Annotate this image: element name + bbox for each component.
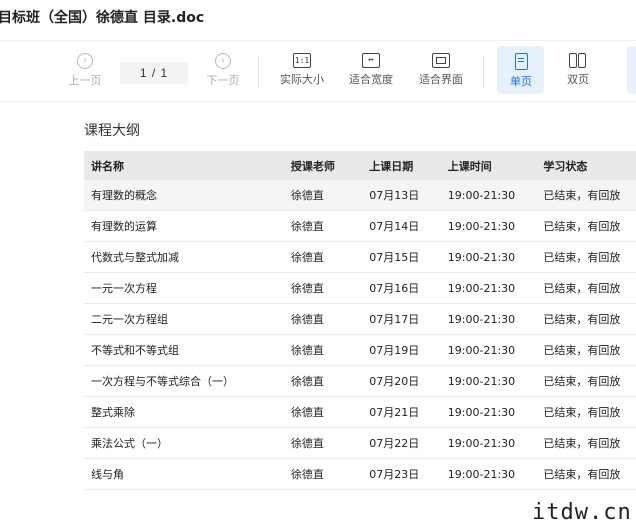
- fit-width-button[interactable]: ↔ 适合宽度: [346, 53, 396, 87]
- table-cell: 已结束，有回放: [536, 334, 636, 366]
- table-row: 有理数的概念 徐德直 07月13日 19:00-21:30 已结束，有回放: [84, 180, 636, 211]
- table-row: 不等式和不等式组 徐德直 07月19日 19:00-21:30 已结束，有回放: [84, 334, 636, 366]
- table-cell: 07月21日: [362, 396, 441, 428]
- table-row: 代数式与整式加减 徐德直 07月15日 19:00-21:30 已结束，有回放: [84, 241, 636, 273]
- prev-page-label: 上一页: [68, 74, 102, 87]
- table-cell: 有理数的运算: [84, 210, 284, 242]
- section-title: 课程大纲: [84, 123, 140, 139]
- actual-size-icon: 1:1: [293, 53, 311, 68]
- table-cell: 07月22日: [362, 427, 441, 459]
- table-cell: 徐德直: [283, 334, 363, 366]
- table-cell: 19:00-21:30: [440, 180, 537, 211]
- single-page-label: 单页: [510, 75, 532, 88]
- table-cell: 19:00-21:30: [440, 458, 537, 490]
- double-page-button[interactable]: 双页: [558, 53, 598, 87]
- table-cell: 07月19日: [362, 334, 441, 366]
- table-cell: 徐德直: [283, 396, 363, 428]
- table-cell: 已结束，有回放: [536, 272, 636, 304]
- page-indicator[interactable]: 1 / 1: [120, 62, 188, 84]
- column-header: 讲名称: [84, 151, 284, 180]
- table-cell: 徐德直: [283, 210, 363, 242]
- table-row: 乘法公式（一） 徐德直 07月22日 19:00-21:30 已结束，有回放: [84, 427, 636, 459]
- actual-size-button[interactable]: 1:1 实际大小: [277, 53, 327, 87]
- table-cell: 19:00-21:30: [440, 241, 537, 273]
- table-cell: 不等式和不等式组: [84, 334, 284, 366]
- toolbar-bottom-border: [0, 101, 636, 102]
- table-cell: 07月15日: [362, 241, 441, 273]
- table-cell: 19:00-21:30: [440, 272, 537, 304]
- table-cell: 徐德直: [283, 272, 363, 304]
- next-page-label: 下一页: [206, 74, 240, 87]
- table-row: 一次方程与不等式综合（一） 徐德直 07月20日 19:00-21:30 已结束，有回放: [84, 365, 636, 397]
- table-cell: 徐德直: [283, 180, 363, 211]
- double-page-icon: [569, 53, 587, 68]
- table-cell: 已结束，有回放: [536, 303, 636, 335]
- fit-page-icon: [432, 53, 450, 68]
- table-cell: 已结束，有回放: [536, 210, 636, 242]
- table-cell: 有理数的概念: [84, 180, 284, 211]
- fit-page-button[interactable]: 适合界面: [416, 53, 466, 87]
- table-cell: 19:00-21:30: [440, 303, 537, 335]
- table-cell: 19:00-21:30: [440, 334, 537, 366]
- table-cell: 已结束，有回放: [536, 365, 636, 397]
- table-cell: 徐德直: [283, 241, 363, 273]
- table-cell: 07月20日: [362, 365, 441, 397]
- table-row: 线与角 徐德直 07月23日 19:00-21:30 已结束，有回放: [84, 458, 636, 490]
- table-row: 二元一次方程组 徐德直 07月17日 19:00-21:30 已结束，有回放: [84, 303, 636, 335]
- table-cell: 07月16日: [362, 272, 441, 304]
- table-cell: 19:00-21:30: [440, 365, 537, 397]
- fit-width-label: 适合宽度: [349, 73, 393, 86]
- table-cell: 19:00-21:30: [440, 210, 537, 242]
- fit-page-label: 适合界面: [419, 73, 463, 86]
- toolbar-divider: [483, 56, 484, 88]
- actual-size-label: 实际大小: [280, 73, 324, 86]
- prev-page-button[interactable]: ‹ 上一页: [66, 53, 104, 88]
- document-title: 目标班（全国）徐德直 目录.doc: [0, 10, 205, 26]
- table-cell: 一次方程与不等式综合（一）: [84, 365, 284, 397]
- table-cell: 徐德直: [283, 427, 363, 459]
- table-row: 一元一次方程 徐德直 07月16日 19:00-21:30 已结束，有回放: [84, 272, 636, 304]
- watermark: itdw.cn: [532, 500, 632, 525]
- table-cell: 07月23日: [362, 458, 441, 490]
- column-header: 学习状态: [536, 151, 636, 180]
- table-cell: 07月14日: [362, 210, 441, 242]
- single-page-button[interactable]: 单页: [500, 53, 542, 89]
- table-cell: 代数式与整式加减: [84, 241, 284, 273]
- chevron-left-icon: ‹: [77, 53, 93, 69]
- table-cell: 徐德直: [283, 365, 363, 397]
- table-header-row: 讲名称 授课老师 上课日期 上课时间 学习状态: [84, 151, 636, 180]
- column-header: 授课老师: [283, 151, 363, 180]
- table-cell: 乘法公式（一）: [84, 427, 284, 459]
- table-cell: 已结束，有回放: [536, 241, 636, 273]
- table-cell: 整式乘除: [84, 396, 284, 428]
- table-cell: 二元一次方程组: [84, 303, 284, 335]
- fit-width-icon: ↔: [362, 53, 380, 68]
- table-cell: 19:00-21:30: [440, 427, 537, 459]
- next-page-button[interactable]: › 下一页: [204, 53, 242, 88]
- table-cell: 已结束，有回放: [536, 458, 636, 490]
- single-page-icon: [514, 53, 528, 70]
- column-header: 上课时间: [440, 151, 537, 180]
- table-cell: 一元一次方程: [84, 272, 284, 304]
- table-cell: 线与角: [84, 458, 284, 490]
- toolbar-divider: [258, 56, 259, 88]
- table-cell: 徐德直: [283, 458, 363, 490]
- chevron-right-icon: ›: [215, 53, 231, 69]
- double-page-label: 双页: [567, 73, 589, 86]
- column-header: 上课日期: [362, 151, 441, 180]
- table-cell: 19:00-21:30: [440, 396, 537, 428]
- course-table: 讲名称 授课老师 上课日期 上课时间 学习状态 有理数的概念 徐德直 07月13日 1…: [84, 151, 636, 490]
- table-cell: 已结束，有回放: [536, 427, 636, 459]
- table-row: 有理数的运算 徐德直 07月14日 19:00-21:30 已结束，有回放: [84, 210, 636, 242]
- table-cell: 07月17日: [362, 303, 441, 335]
- toolbar-overflow-highlight: [627, 46, 636, 94]
- table-cell: 已结束，有回放: [536, 396, 636, 428]
- table-row: 整式乘除 徐德直 07月21日 19:00-21:30 已结束，有回放: [84, 396, 636, 428]
- table-cell: 07月13日: [362, 180, 441, 211]
- table-cell: 已结束，有回放: [536, 180, 636, 211]
- table-cell: 徐德直: [283, 303, 363, 335]
